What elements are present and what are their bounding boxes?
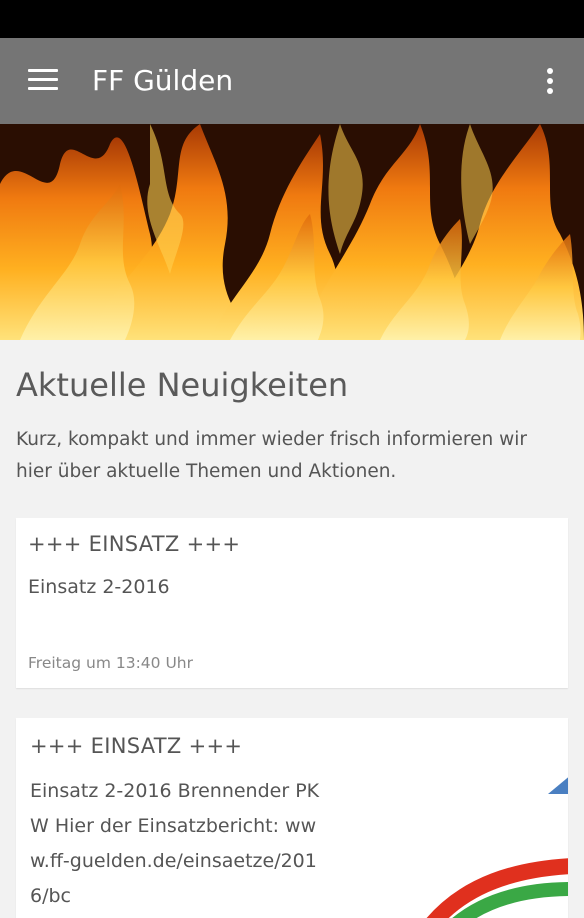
news-title: +++ EINSATZ +++: [28, 532, 241, 556]
news-text: Einsatz 2-2016: [28, 576, 170, 598]
hamburger-menu-icon[interactable]: [28, 69, 58, 93]
news-title: +++ EINSATZ +++: [30, 734, 243, 758]
news-text: Einsatz 2-2016 Brennender PKW Hier der E…: [30, 780, 320, 907]
news-date: Freitag um 13:40 Uhr: [28, 654, 193, 672]
news-card[interactable]: +++ EINSATZ +++ Einsatz 2-2016 Freitag u…: [16, 518, 568, 688]
news-thumbnail-image: [426, 777, 568, 918]
app-bar: FF Gülden: [0, 38, 584, 124]
more-vertical-icon[interactable]: [540, 68, 560, 96]
app-title: FF Gülden: [92, 64, 234, 97]
news-card[interactable]: +++ EINSATZ +++ Einsatz 2-2016 Brennende…: [16, 718, 568, 918]
section-title: Aktuelle Neuigkeiten: [16, 366, 349, 404]
fire-banner-image: [0, 124, 584, 340]
status-bar: [0, 0, 584, 38]
section-description: Kurz, kompakt und immer wieder frisch in…: [16, 429, 527, 482]
